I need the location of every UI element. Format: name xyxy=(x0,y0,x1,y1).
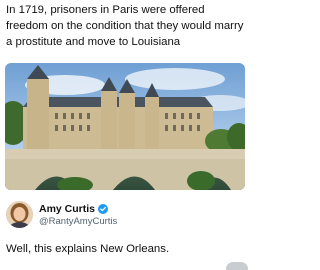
post-photo[interactable] xyxy=(5,63,245,190)
avatar[interactable] xyxy=(6,201,33,228)
avatar-image xyxy=(6,201,33,228)
author-handle[interactable]: @RantyAmyCurtis xyxy=(39,216,117,227)
quoted-author[interactable]: Amy Curtis @RantyAmyCurtis xyxy=(6,200,244,230)
quote-text: Well, this explains New Orleans. xyxy=(6,243,170,255)
tweet-caption: In 1719, prisoners in Paris were offered… xyxy=(6,4,244,48)
corner-badge xyxy=(226,262,248,270)
author-name-row: Amy Curtis xyxy=(39,202,109,216)
conciergerie-image xyxy=(5,63,245,190)
verified-badge-icon xyxy=(98,204,109,214)
author-name[interactable]: Amy Curtis xyxy=(39,203,95,215)
